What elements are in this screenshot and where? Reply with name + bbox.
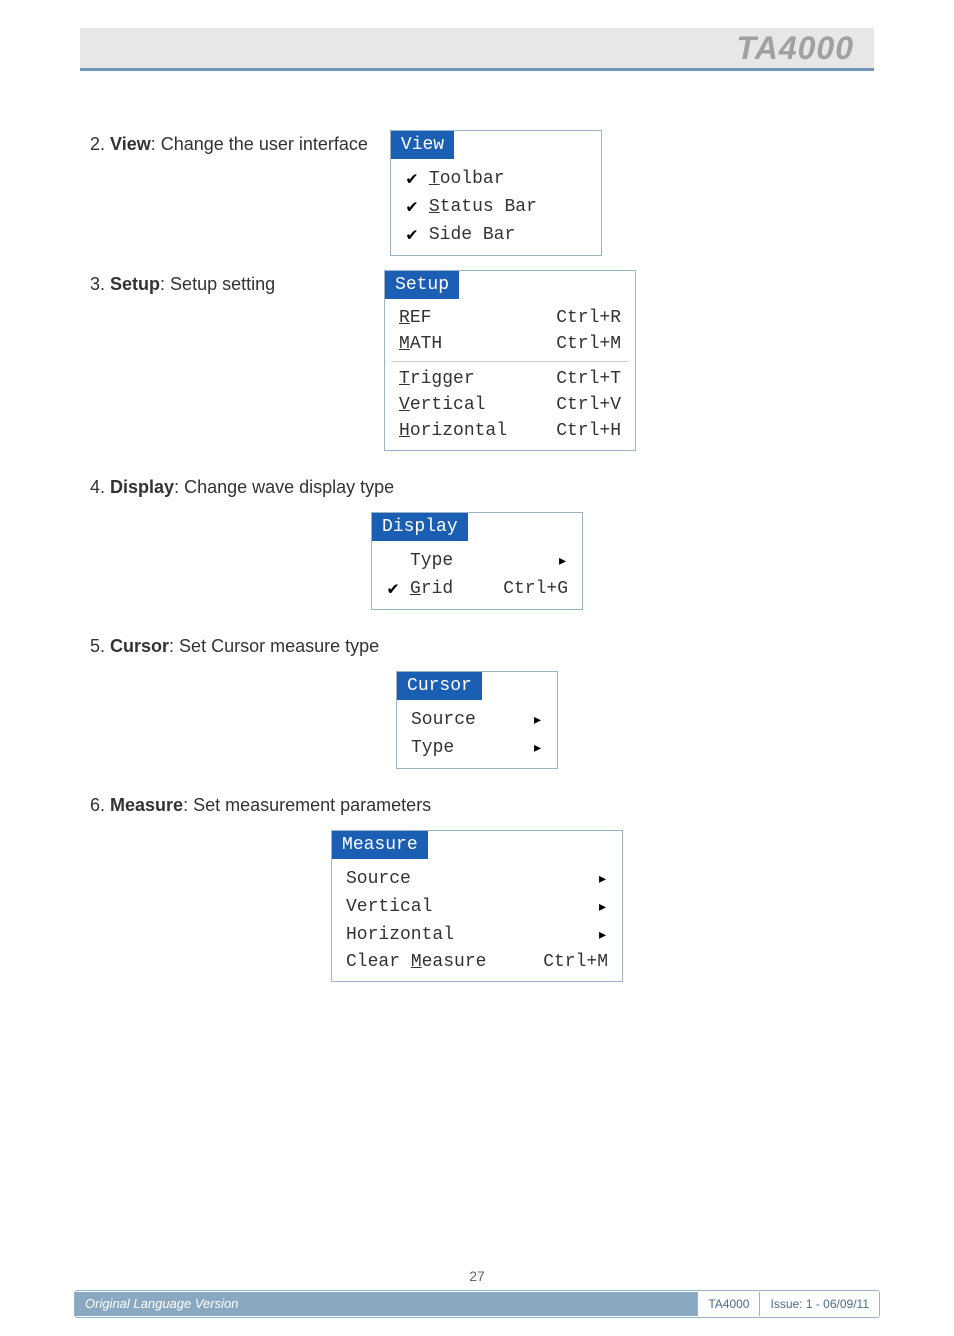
header-strip: TA4000 [80, 28, 874, 68]
shortcut: Ctrl+H [534, 421, 621, 441]
footer-model: TA4000 [697, 1292, 759, 1316]
page-footer: Original Language Version TA4000 Issue: … [74, 1290, 880, 1318]
shortcut: Ctrl+M [534, 334, 621, 354]
menu-item-horizontal[interactable]: Horizontal Ctrl+H [385, 418, 635, 444]
check-icon: ✔ [386, 578, 400, 600]
chevron-right-icon: ▸ [510, 709, 543, 731]
menu-item-grid[interactable]: ✔ Grid Ctrl+G [372, 575, 582, 603]
menu-item-status-bar[interactable]: ✔ Status Bar [391, 193, 601, 221]
menu-view-title[interactable]: View [391, 131, 454, 159]
menu-item-math[interactable]: MATH Ctrl+M [385, 331, 635, 357]
shortcut: Ctrl+G [481, 579, 568, 599]
menu-view: View ✔ Toolbar ✔ Status Bar ✔ Side Bar [390, 130, 602, 256]
menu-item-cursor-source[interactable]: Source ▸ [397, 706, 557, 734]
menu-item-measure-vertical[interactable]: Vertical ▸ [332, 893, 622, 921]
product-title: TA4000 [737, 28, 854, 68]
chevron-right-icon: ▸ [575, 924, 608, 946]
menu-item-measure-source[interactable]: Source ▸ [332, 865, 622, 893]
menu-separator [391, 361, 629, 362]
menu-setup: Setup REF Ctrl+R MATH Ctrl+M Trigger Ctr… [384, 270, 636, 451]
menu-display-title[interactable]: Display [372, 513, 468, 541]
menu-item-display-type[interactable]: Type ▸ [372, 547, 582, 575]
menu-item-side-bar[interactable]: ✔ Side Bar [391, 221, 601, 249]
shortcut: Ctrl+M [521, 952, 608, 972]
header-accent [80, 68, 874, 71]
chevron-right-icon: ▸ [575, 868, 608, 890]
menu-display: Display Type ▸ ✔ Grid Ctrl+G [371, 512, 583, 610]
shortcut: Ctrl+R [534, 308, 621, 328]
check-icon: ✔ [405, 196, 419, 218]
check-icon: ✔ [405, 224, 419, 246]
shortcut: Ctrl+T [534, 369, 621, 389]
menu-item-measure-horizontal[interactable]: Horizontal ▸ [332, 921, 622, 949]
menu-cursor: Cursor Source ▸ Type ▸ [396, 671, 558, 769]
menu-measure: Measure Source ▸ Vertical ▸ Horizontal ▸… [331, 830, 623, 982]
check-icon: ✔ [405, 168, 419, 190]
menu-item-trigger[interactable]: Trigger Ctrl+T [385, 366, 635, 392]
menu-cursor-title[interactable]: Cursor [397, 672, 482, 700]
chevron-right-icon: ▸ [510, 737, 543, 759]
menu-item-vertical[interactable]: Vertical Ctrl+V [385, 392, 635, 418]
menu-setup-title[interactable]: Setup [385, 271, 459, 299]
menu-item-ref[interactable]: REF Ctrl+R [385, 305, 635, 331]
section-2-heading: 2. View: Change the user interface [90, 130, 368, 155]
menu-item-toolbar[interactable]: ✔ Toolbar [391, 165, 601, 193]
chevron-right-icon: ▸ [535, 550, 568, 572]
section-4-heading: 4. Display: Change wave display type [90, 477, 864, 498]
footer-left: Original Language Version [75, 1292, 697, 1316]
page-number: 27 [0, 1268, 954, 1284]
chevron-right-icon: ▸ [575, 896, 608, 918]
section-5-heading: 5. Cursor: Set Cursor measure type [90, 636, 864, 657]
menu-item-clear-measure[interactable]: Clear Measure Ctrl+M [332, 949, 622, 975]
menu-measure-title[interactable]: Measure [332, 831, 428, 859]
footer-issue: Issue: 1 - 06/09/11 [759, 1292, 879, 1316]
menu-item-cursor-type[interactable]: Type ▸ [397, 734, 557, 762]
shortcut: Ctrl+V [534, 395, 621, 415]
section-3-heading: 3. Setup: Setup setting [90, 270, 350, 295]
section-6-heading: 6. Measure: Set measurement parameters [90, 795, 864, 816]
